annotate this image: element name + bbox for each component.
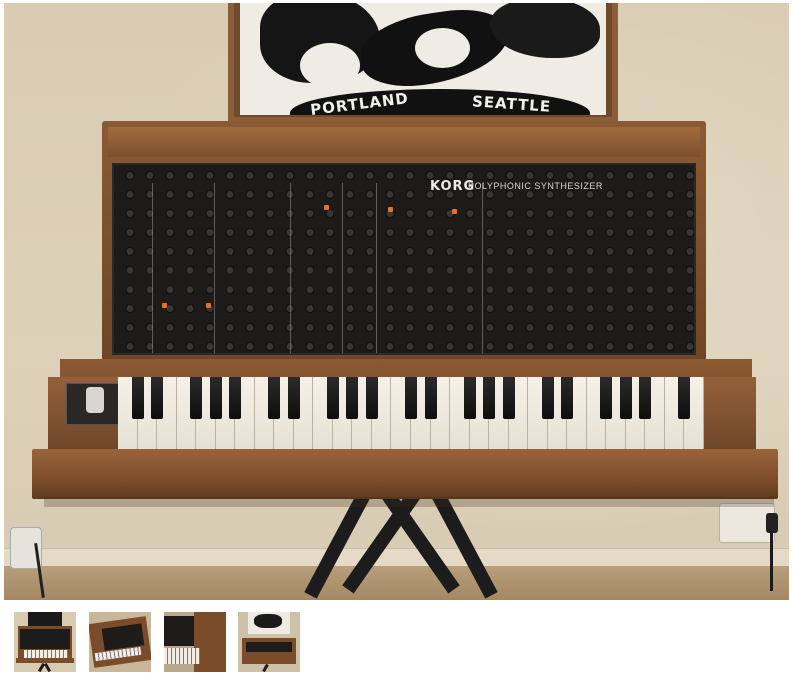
black-key [151,377,164,419]
black-key [326,377,339,419]
image-gallery: PORTLAND SEATTLE KORG POLYPHONIC SYNTHES… [0,0,793,682]
black-key [463,377,476,419]
black-key [229,377,242,419]
wooden-base [32,449,778,499]
outlet-cable [770,531,773,591]
black-key [483,377,496,419]
thumbnail-strip [0,600,793,682]
thumbnail-1[interactable] [12,610,78,674]
black-key [209,377,222,419]
led-indicator [324,205,329,210]
main-product-image[interactable]: PORTLAND SEATTLE KORG POLYPHONIC SYNTHES… [4,3,789,600]
synth-cabinet-lid [108,127,700,157]
black-key [365,377,378,419]
black-key [678,377,691,419]
led-indicator [162,303,167,308]
panel-model-label: POLYPHONIC SYNTHESIZER [468,181,603,191]
floor [4,566,789,600]
black-key [424,377,437,419]
thumbnail-4[interactable] [238,612,300,672]
led-indicator [206,303,211,308]
black-key [600,377,613,419]
poster-artwork: PORTLAND SEATTLE [240,3,606,115]
black-key [502,377,515,419]
black-key [190,377,203,419]
led-indicator [452,209,457,214]
outlet-plug [766,513,778,533]
thumbnail-3[interactable] [164,612,226,672]
black-key [405,377,417,419]
black-key [561,377,574,419]
baseboard [4,548,789,567]
led-indicator [388,207,393,212]
black-key [131,377,144,419]
black-key [541,377,554,419]
wall-poster: PORTLAND SEATTLE [228,3,618,123]
black-key [268,377,281,419]
thumbnail-2[interactable] [89,612,151,672]
black-key [287,377,300,419]
black-key [619,377,632,419]
keyboard [118,377,704,451]
black-key [639,377,652,419]
knob-array [114,165,694,353]
joystick [86,387,104,413]
synth-control-panel: KORG POLYPHONIC SYNTHESIZER [112,163,696,355]
base-shadow [44,497,774,507]
black-key [346,377,359,419]
